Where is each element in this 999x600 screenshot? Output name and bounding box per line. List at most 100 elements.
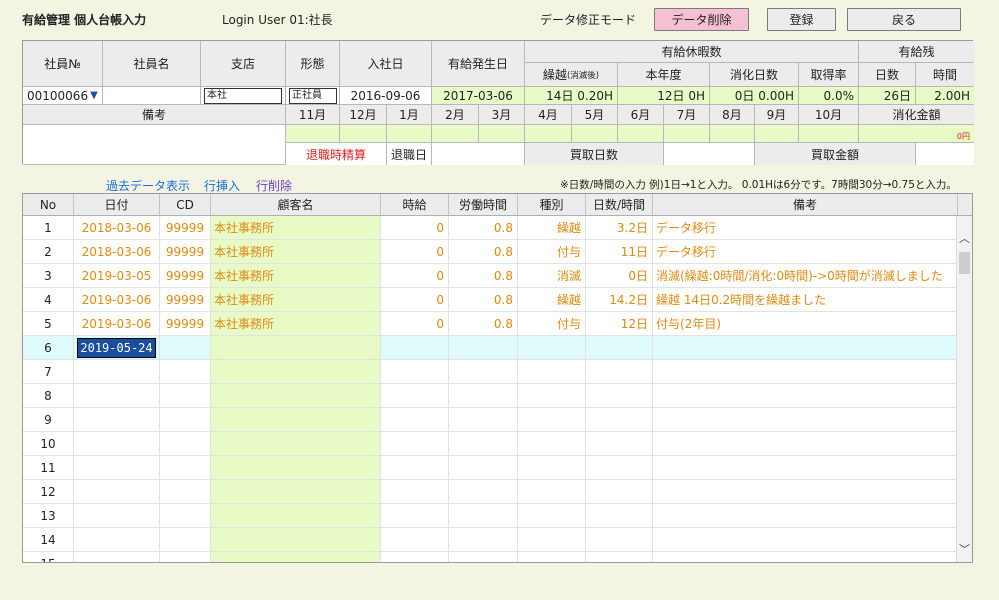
cell-date[interactable] [74, 360, 160, 384]
cell-days[interactable]: 3.2日 [586, 216, 653, 240]
cell-wage[interactable] [381, 552, 449, 562]
cell-hours[interactable] [449, 336, 518, 360]
table-row[interactable]: 10 [23, 432, 958, 456]
table-row[interactable]: 1 2018-03-06 99999 本社事務所 0 0.8 繰越 3.2日 データ移行 [23, 216, 958, 240]
cell-kind[interactable]: 付与 [518, 312, 586, 336]
cell-date[interactable]: 2019-05-24 [74, 336, 160, 360]
cell-days[interactable] [586, 504, 653, 528]
cell-cd[interactable]: 99999 [160, 312, 211, 336]
cell-wage[interactable] [381, 480, 449, 504]
cell-customer[interactable]: 本社事務所 [211, 240, 381, 264]
cell-cd[interactable] [160, 528, 211, 552]
cell-memo[interactable] [653, 480, 958, 504]
scroll-up-icon[interactable]: ︿ [959, 230, 970, 246]
cell-memo[interactable] [653, 408, 958, 432]
table-row[interactable]: 4 2019-03-06 99999 本社事務所 0 0.8 繰越 14.2日 繰越 14日0.… [23, 288, 958, 312]
cell-memo[interactable] [653, 504, 958, 528]
cell-memo[interactable]: データ移行 [653, 240, 958, 264]
table-row[interactable]: 6 2019-05-24 [23, 336, 958, 360]
cell-kind[interactable] [518, 552, 586, 562]
cell-hours[interactable] [449, 480, 518, 504]
table-row[interactable]: 14 [23, 528, 958, 552]
cell-cd[interactable] [160, 384, 211, 408]
cell-date[interactable] [74, 480, 160, 504]
table-row[interactable]: 9 [23, 408, 958, 432]
cell-cd[interactable]: 99999 [160, 288, 211, 312]
cell-customer[interactable]: 本社事務所 [211, 264, 381, 288]
cell-days[interactable] [586, 408, 653, 432]
table-row[interactable]: 11 [23, 456, 958, 480]
type-field[interactable]: 正社員 [286, 87, 340, 105]
cell-days[interactable]: 14.2日 [586, 288, 653, 312]
cell-cd[interactable] [160, 360, 211, 384]
cell-days[interactable]: 0日 [586, 264, 653, 288]
cell-kind[interactable] [518, 432, 586, 456]
cell-memo[interactable] [653, 552, 958, 562]
cell-customer[interactable] [211, 384, 381, 408]
cell-customer[interactable] [211, 480, 381, 504]
cell-days[interactable] [586, 360, 653, 384]
table-row[interactable]: 15 [23, 552, 958, 562]
date-edit-input[interactable]: 2019-05-24 [77, 337, 156, 358]
insert-row-link[interactable]: 行挿入 [204, 177, 240, 194]
branch-value[interactable]: 本社 [204, 87, 282, 104]
cell-memo[interactable]: 繰越 14日0.2時間を繰越ました [653, 288, 958, 312]
table-row[interactable]: 8 [23, 384, 958, 408]
cell-days[interactable] [586, 528, 653, 552]
cell-wage[interactable]: 0 [381, 264, 449, 288]
cell-hours[interactable]: 0.8 [449, 216, 518, 240]
cell-hours[interactable] [449, 432, 518, 456]
cell-kind[interactable] [518, 504, 586, 528]
cell-wage[interactable] [381, 336, 449, 360]
cell-kind[interactable] [518, 360, 586, 384]
cell-wage[interactable] [381, 528, 449, 552]
cell-cd[interactable] [160, 456, 211, 480]
type-value[interactable]: 正社員 [289, 87, 337, 104]
cell-customer[interactable] [211, 552, 381, 562]
cell-days[interactable] [586, 456, 653, 480]
cell-date[interactable] [74, 552, 160, 562]
vertical-scrollbar[interactable]: ︿ ﹀ [956, 216, 972, 562]
cell-customer[interactable]: 本社事務所 [211, 288, 381, 312]
cell-memo[interactable] [653, 432, 958, 456]
cell-customer[interactable] [211, 360, 381, 384]
cell-kind[interactable] [518, 336, 586, 360]
cell-customer[interactable] [211, 528, 381, 552]
cell-wage[interactable]: 0 [381, 288, 449, 312]
register-button[interactable]: 登録 [767, 8, 836, 31]
cell-memo[interactable]: データ移行 [653, 216, 958, 240]
cell-days[interactable] [586, 336, 653, 360]
cell-wage[interactable] [381, 456, 449, 480]
cell-customer[interactable] [211, 336, 381, 360]
cell-hours[interactable] [449, 528, 518, 552]
table-row[interactable]: 13 [23, 504, 958, 528]
cell-hours[interactable] [449, 360, 518, 384]
delete-data-button[interactable]: データ削除 [654, 8, 749, 31]
cell-kind[interactable]: 繰越 [518, 288, 586, 312]
cell-hours[interactable] [449, 456, 518, 480]
cell-date[interactable] [74, 528, 160, 552]
cell-date[interactable] [74, 408, 160, 432]
cell-cd[interactable] [160, 408, 211, 432]
cell-hours[interactable] [449, 384, 518, 408]
leave-start-value[interactable]: 2017-03-06 [432, 87, 525, 105]
cell-hours[interactable]: 0.8 [449, 264, 518, 288]
cell-wage[interactable] [381, 360, 449, 384]
cell-customer[interactable] [211, 432, 381, 456]
remarks-field[interactable] [23, 125, 286, 165]
retire-date-field[interactable] [432, 143, 525, 165]
cell-kind[interactable] [518, 408, 586, 432]
cell-hours[interactable]: 0.8 [449, 288, 518, 312]
cell-date[interactable]: 2019-03-05 [74, 264, 160, 288]
cell-cd[interactable]: 99999 [160, 240, 211, 264]
cell-kind[interactable] [518, 480, 586, 504]
cell-customer[interactable] [211, 504, 381, 528]
cell-hours[interactable]: 0.8 [449, 312, 518, 336]
cell-cd[interactable] [160, 336, 211, 360]
cell-customer[interactable] [211, 456, 381, 480]
cell-days[interactable] [586, 432, 653, 456]
cell-wage[interactable]: 0 [381, 240, 449, 264]
table-row[interactable]: 2 2018-03-06 99999 本社事務所 0 0.8 付与 11日 データ移行 [23, 240, 958, 264]
branch-field[interactable]: 本社 [201, 87, 286, 105]
cell-kind[interactable]: 消滅 [518, 264, 586, 288]
